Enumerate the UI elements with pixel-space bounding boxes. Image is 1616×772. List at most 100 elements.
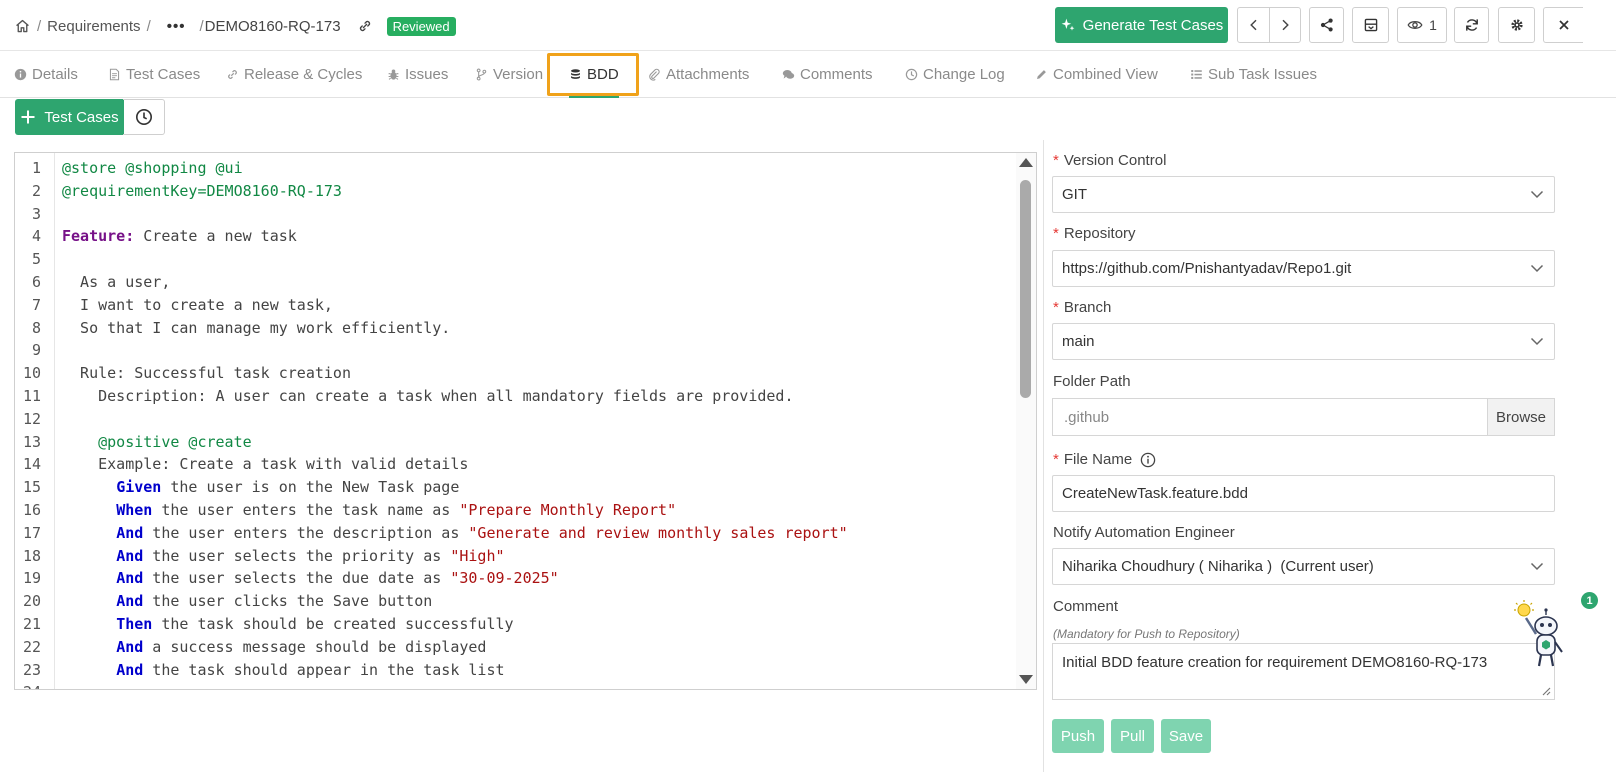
assistant-robot-icon[interactable]: [1512, 594, 1572, 674]
line-code: @store @shopping @ui: [62, 159, 243, 177]
line-number: 18: [22, 546, 41, 565]
pull-button[interactable]: Pull: [1111, 719, 1154, 753]
line-number: 10: [22, 364, 41, 383]
code-line: 15 Given the user is on the New Task pag…: [15, 476, 1015, 499]
add-test-cases-button[interactable]: Test Cases: [15, 99, 124, 135]
line-number: 11: [22, 386, 41, 405]
push-button[interactable]: Push: [1052, 719, 1104, 753]
code-line: 1 @store @shopping @ui: [15, 157, 1015, 180]
close-button[interactable]: [1543, 7, 1583, 43]
generate-test-cases-button[interactable]: Generate Test Cases: [1055, 7, 1228, 43]
tab-issues-label: Issues: [405, 65, 449, 83]
previous-button[interactable]: [1237, 7, 1270, 43]
breadcrumb-separator: /: [199, 17, 204, 35]
line-number: 6: [31, 272, 41, 291]
history-button[interactable]: [123, 99, 165, 135]
close-icon: [1558, 20, 1569, 30]
tab-release-cycles[interactable]: Release & Cycles: [226, 51, 362, 97]
clock-icon: [905, 68, 918, 80]
line-number: 22: [22, 637, 41, 656]
breadcrumb-ellipsis[interactable]: •••: [167, 18, 186, 35]
line-number: 3: [31, 204, 41, 223]
eye-icon: [1407, 21, 1423, 29]
version-control-select[interactable]: GIT: [1052, 176, 1555, 213]
line-number: 9: [31, 341, 41, 360]
scrollbar-thumb[interactable]: [1020, 180, 1031, 398]
repository-select[interactable]: https://github.com/Pnishantyadav/Repo1.g…: [1052, 250, 1555, 287]
generate-test-cases-label: Generate Test Cases: [1082, 16, 1224, 34]
tab-details[interactable]: Details: [14, 51, 78, 97]
code-line: 24: [15, 681, 1015, 689]
scroll-up-icon[interactable]: [1019, 158, 1033, 167]
save-button[interactable]: Save: [1161, 719, 1211, 753]
folder-path-input[interactable]: .github: [1052, 398, 1488, 436]
code-line: 9: [15, 339, 1015, 362]
comment-hint: (Mandatory for Push to Repository): [1053, 627, 1240, 641]
code-line: 23 And the task should appear in the tas…: [15, 659, 1015, 682]
line-number: 16: [22, 500, 41, 519]
chevron-down-icon: [1530, 337, 1544, 346]
line-code: And the task should appear in the task l…: [116, 660, 505, 679]
tab-comments[interactable]: Comments: [782, 51, 873, 97]
notify-value: Niharika Choudhury ( Niharika ) (Current…: [1062, 558, 1374, 575]
code-line: 11 Description: A user can create a task…: [15, 385, 1015, 408]
tab-version[interactable]: Version: [475, 51, 543, 97]
tab-test-cases-label: Test Cases: [126, 65, 201, 83]
line-code: As a user,: [62, 272, 171, 291]
settings-button[interactable]: [1498, 7, 1535, 43]
line-number: 1: [31, 159, 41, 177]
bdd-code-editor[interactable]: 1 @store @shopping @ui 2 @requirementKey=DE…: [14, 152, 1037, 690]
file-name-value: CreateNewTask.feature.bdd: [1062, 485, 1248, 502]
line-number: 20: [22, 592, 41, 611]
file-name-input[interactable]: CreateNewTask.feature.bdd: [1052, 475, 1555, 512]
code-line: 3: [15, 203, 1015, 226]
notify-automation-engineer-label: Notify Automation Engineer: [1053, 524, 1235, 541]
chevron-left-icon: [1249, 19, 1257, 31]
scroll-down-icon[interactable]: [1019, 675, 1033, 684]
code-line: 13 @positive @create: [15, 431, 1015, 454]
tab-issues[interactable]: Issues: [387, 51, 448, 97]
chevron-down-icon: [1530, 190, 1544, 199]
code-line: 16 When the user enters the task name as…: [15, 499, 1015, 522]
tab-change-log[interactable]: Change Log: [905, 51, 1005, 97]
resize-grip-icon[interactable]: [1541, 686, 1551, 696]
editor-scrollbar[interactable]: [1016, 153, 1036, 689]
branch-select[interactable]: main: [1052, 323, 1555, 360]
comment-textarea[interactable]: Initial BDD feature creation for require…: [1052, 643, 1555, 700]
comment-value: Initial BDD feature creation for require…: [1062, 654, 1488, 671]
notify-automation-engineer-select[interactable]: Niharika Choudhury ( Niharika ) (Current…: [1052, 548, 1555, 585]
breadcrumb-requirements[interactable]: Requirements: [47, 18, 140, 35]
code-lines: 1 @store @shopping @ui 2 @requirementKey=DE…: [15, 157, 1015, 689]
code-line: 10 Rule: Successful task creation: [15, 362, 1015, 385]
comment-label-text: Comment: [1053, 598, 1119, 615]
code-line: 12: [15, 408, 1015, 431]
pencil-icon: [1037, 69, 1046, 79]
refresh-button[interactable]: [1454, 7, 1489, 43]
info-icon[interactable]: [1140, 452, 1156, 468]
line-number: 4: [31, 227, 41, 246]
code-line: 7 I want to create a new task,: [15, 294, 1015, 317]
line-code: And a success message should be displaye…: [116, 637, 487, 656]
tab-highlight: [547, 53, 639, 96]
repository-value: https://github.com/Pnishantyadav/Repo1.g…: [1062, 260, 1352, 277]
required-mark: *: [1053, 152, 1059, 169]
share-button[interactable]: [1309, 7, 1344, 43]
archive-button[interactable]: [1352, 7, 1389, 43]
breadcrumb-current: DEMO8160-RQ-173: [204, 17, 341, 35]
line-code: I want to create a new task,: [62, 295, 333, 314]
tab-combined-view[interactable]: Combined View: [1035, 51, 1158, 97]
version-control-label: * Version Control: [1053, 152, 1166, 169]
browse-button[interactable]: Browse: [1487, 398, 1555, 436]
tab-test-cases[interactable]: Test Cases: [108, 51, 200, 97]
list-icon: [1191, 69, 1202, 79]
link-icon[interactable]: [357, 18, 373, 34]
home-icon[interactable]: [14, 18, 31, 35]
line-code: Rule: Successful task creation: [62, 364, 351, 383]
watchers-button[interactable]: 1: [1397, 7, 1447, 43]
line-code: Then the task should be created successf…: [116, 614, 514, 633]
next-button[interactable]: [1269, 7, 1301, 43]
line-number: 14: [22, 455, 41, 474]
tab-sub-task-issues[interactable]: Sub Task Issues: [1190, 51, 1317, 97]
tab-attachments[interactable]: Attachments: [648, 51, 749, 97]
code-line: 4 Feature: Create a new task: [15, 225, 1015, 248]
